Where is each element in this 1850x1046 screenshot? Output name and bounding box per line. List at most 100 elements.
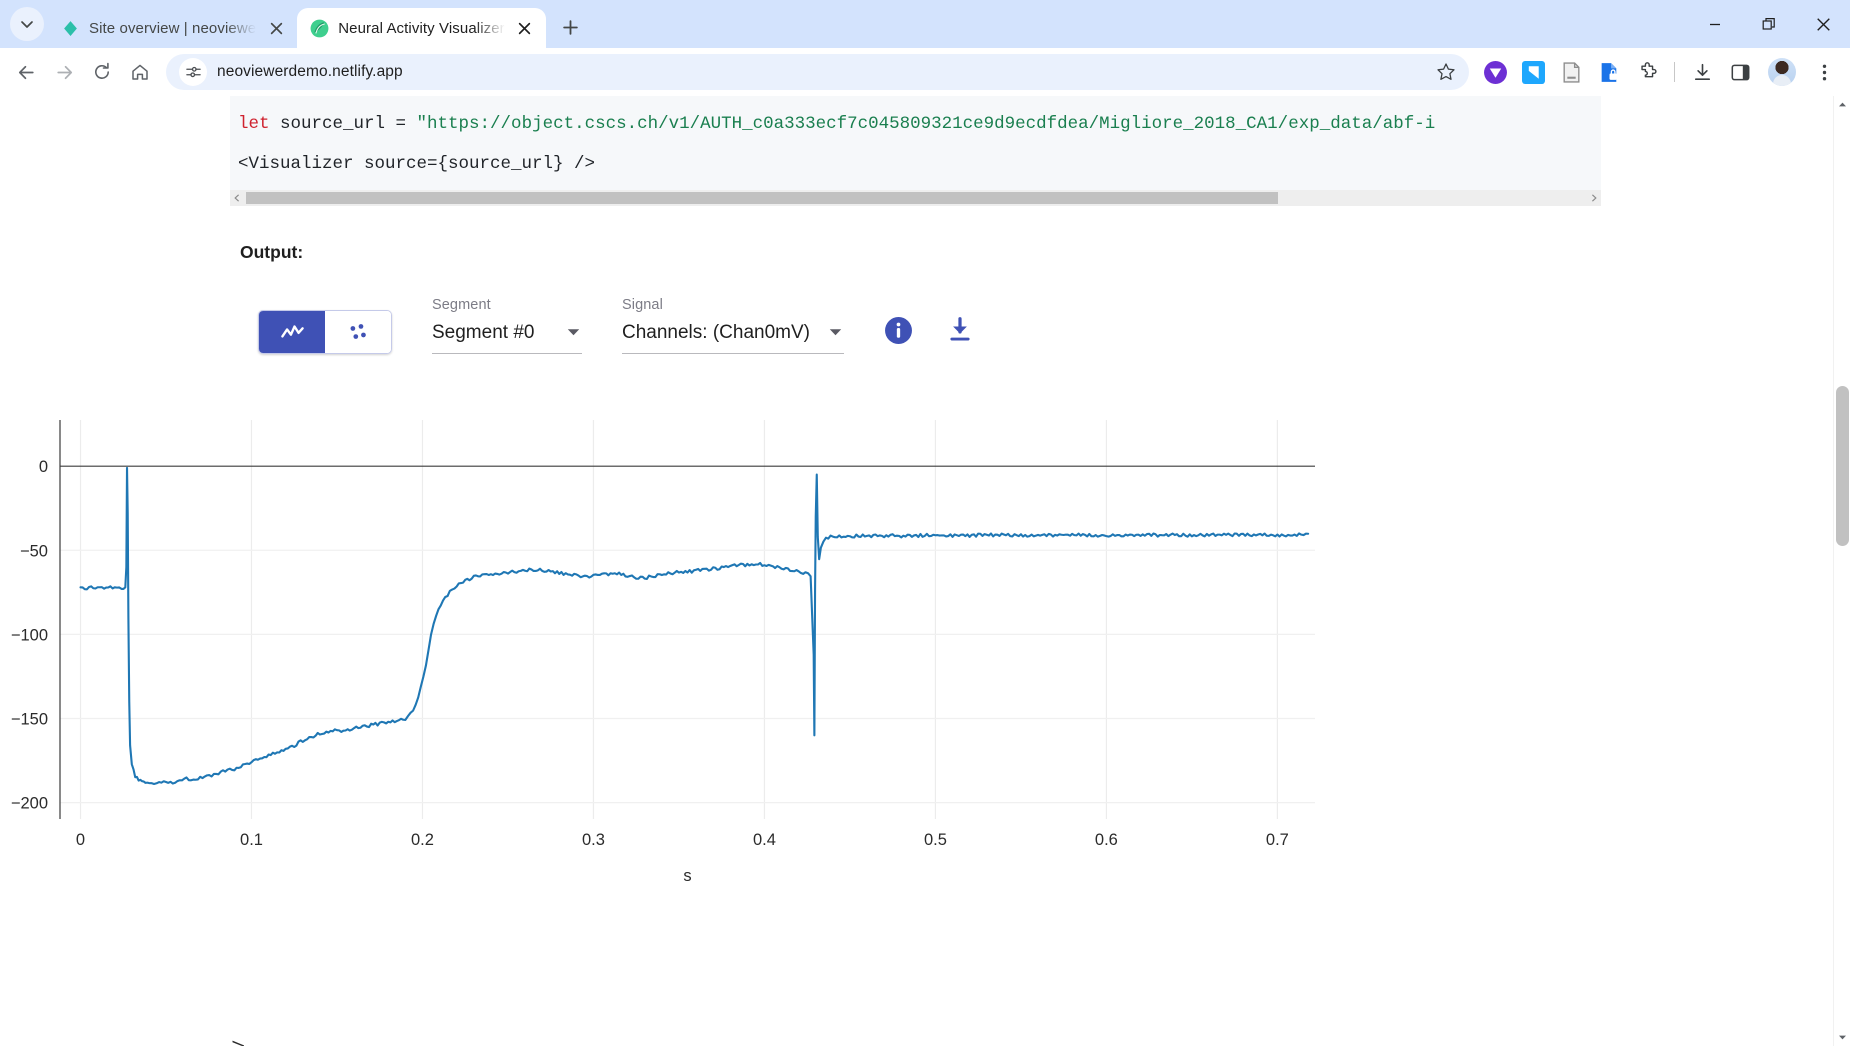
code-string-url: "https://object.cscs.ch/v1/AUTH_c0a333ec… (417, 114, 1436, 134)
extension-bluefile-lock-icon[interactable] (1591, 54, 1627, 90)
chevron-down-icon[interactable] (567, 324, 580, 342)
segment-value: Segment #0 (432, 322, 534, 344)
extensions-puzzle-icon[interactable] (1629, 54, 1665, 90)
toolbar-divider (1674, 62, 1675, 82)
plus-icon (562, 19, 579, 36)
minimize-button[interactable] (1688, 0, 1742, 48)
chart-x-axis-label: s (683, 867, 691, 885)
address-bar-url: neoviewerdemo.netlify.app (217, 63, 1421, 81)
download-icon (1692, 62, 1713, 83)
chart-y-tick-label: −50 (20, 542, 48, 560)
window-controls (1688, 0, 1850, 48)
chart-y-tick-label: −200 (11, 795, 48, 813)
scroll-down-arrow-icon[interactable] (1834, 1029, 1850, 1046)
chrome-menu-button[interactable] (1806, 54, 1842, 90)
chart-svg[interactable]: 0−50−100−150−20000.10.20.30.40.50.60.7s (0, 416, 1620, 936)
scatter-plot-icon (345, 319, 372, 346)
line-chart-icon (279, 319, 306, 346)
address-bar[interactable]: neoviewerdemo.netlify.app (166, 54, 1469, 90)
new-tab-button[interactable] (554, 10, 588, 44)
extension-document-icon[interactable] (1553, 54, 1589, 90)
tab-search-button[interactable] (10, 7, 44, 41)
browser-window: Site overview | neoviewe Neural Activity… (0, 0, 1850, 1046)
reload-button[interactable] (84, 54, 120, 90)
bookmark-star-icon[interactable] (1431, 57, 1461, 87)
info-button[interactable] (880, 312, 916, 348)
page-vertical-scrollbar[interactable] (1833, 96, 1850, 1046)
chart-x-tick-label: 0.3 (582, 831, 605, 849)
maximize-icon (1762, 17, 1777, 32)
site-settings-icon[interactable] (179, 58, 207, 86)
chart-x-tick-label: 0.7 (1266, 831, 1289, 849)
scroll-right-arrow-icon[interactable] (1587, 190, 1601, 206)
chart-x-tick-label: 0.4 (753, 831, 776, 849)
tab-title: Site overview | neoviewe (89, 20, 256, 37)
scrollbar-thumb[interactable] (1836, 386, 1849, 546)
visualizer-controls: Segment Segment #0 Signal Channels: (Cha… (258, 297, 1833, 354)
chart-y-axis-label: mV (229, 1041, 249, 1046)
home-button[interactable] (122, 54, 158, 90)
tab-site-overview[interactable]: Site overview | neoviewe (48, 8, 297, 48)
signal-field: Signal Channels: (Chan0mV) (622, 297, 844, 354)
segment-label: Segment (432, 297, 582, 313)
code-block[interactable]: let source_url = "https://object.cscs.ch… (230, 96, 1601, 190)
extension-proton-icon[interactable] (1477, 54, 1513, 90)
close-icon (1816, 17, 1831, 32)
browser-toolbar: neoviewerdemo.netlify.app (0, 48, 1850, 96)
extension-blue-square-icon[interactable] (1515, 54, 1551, 90)
chart-x-tick-label: 0.6 (1095, 831, 1118, 849)
back-arrow-icon (16, 62, 37, 83)
signal-select[interactable]: Channels: (Chan0mV) (622, 322, 844, 354)
segment-field: Segment Segment #0 (432, 297, 582, 354)
chevron-down-icon[interactable] (829, 324, 842, 342)
signal-label: Signal (622, 297, 844, 313)
scatter-mode-button[interactable] (325, 311, 391, 353)
chart-y-tick-label: −150 (11, 710, 48, 728)
segment-select[interactable]: Segment #0 (432, 322, 582, 354)
page-content: let source_url = "https://object.cscs.ch… (0, 96, 1833, 1046)
code-declaration: source_url = (270, 114, 417, 134)
side-panel-icon (1730, 62, 1751, 83)
close-icon[interactable] (514, 17, 536, 39)
netlify-diamond-icon (61, 19, 80, 38)
chart-series-line (81, 468, 1309, 784)
tab-neural-activity-visualizer[interactable]: Neural Activity Visualizer (297, 8, 546, 48)
downloads-button[interactable] (1684, 54, 1720, 90)
scroll-up-arrow-icon[interactable] (1834, 96, 1850, 113)
view-mode-toggle-group (258, 310, 392, 354)
page-viewport: let source_url = "https://object.cscs.ch… (0, 96, 1850, 1046)
chart-x-tick-label: 0.5 (924, 831, 947, 849)
forward-button[interactable] (46, 54, 82, 90)
home-icon (130, 62, 150, 82)
minimize-icon (1708, 17, 1722, 31)
tab-strip: Site overview | neoviewe Neural Activity… (0, 0, 1850, 48)
forward-arrow-icon (54, 62, 75, 83)
code-keyword-let: let (238, 114, 270, 134)
back-button[interactable] (8, 54, 44, 90)
avatar[interactable] (1764, 54, 1800, 90)
line-mode-button[interactable] (259, 311, 325, 353)
chevron-down-icon (20, 17, 34, 31)
code-line-2: <Visualizer source={source_url} /> (230, 144, 1601, 184)
chart-y-tick-label: −100 (11, 626, 48, 644)
neural-activity-chart: 0−50−100−150−20000.10.20.30.40.50.60.7s … (0, 416, 1560, 936)
code-line-1: let source_url = "https://object.cscs.ch… (230, 104, 1601, 144)
signal-value: Channels: (Chan0mV) (622, 322, 810, 344)
side-panel-button[interactable] (1722, 54, 1758, 90)
maximize-button[interactable] (1742, 0, 1796, 48)
close-window-button[interactable] (1796, 0, 1850, 48)
scrollbar-thumb[interactable] (246, 192, 1278, 204)
output-heading: Output: (240, 242, 1833, 263)
chart-y-tick-label: 0 (39, 458, 48, 476)
close-icon[interactable] (265, 17, 287, 39)
download-button[interactable] (942, 312, 978, 348)
code-horizontal-scrollbar[interactable] (230, 190, 1601, 206)
code-block-container: let source_url = "https://object.cscs.ch… (230, 96, 1601, 206)
tab-title: Neural Activity Visualizer (338, 20, 505, 37)
chart-x-tick-label: 0.1 (240, 831, 263, 849)
info-icon (884, 316, 913, 345)
reload-icon (92, 62, 112, 82)
neo-leaf-icon (310, 19, 329, 38)
scroll-left-arrow-icon[interactable] (230, 190, 244, 206)
three-dot-menu-icon (1815, 63, 1834, 82)
